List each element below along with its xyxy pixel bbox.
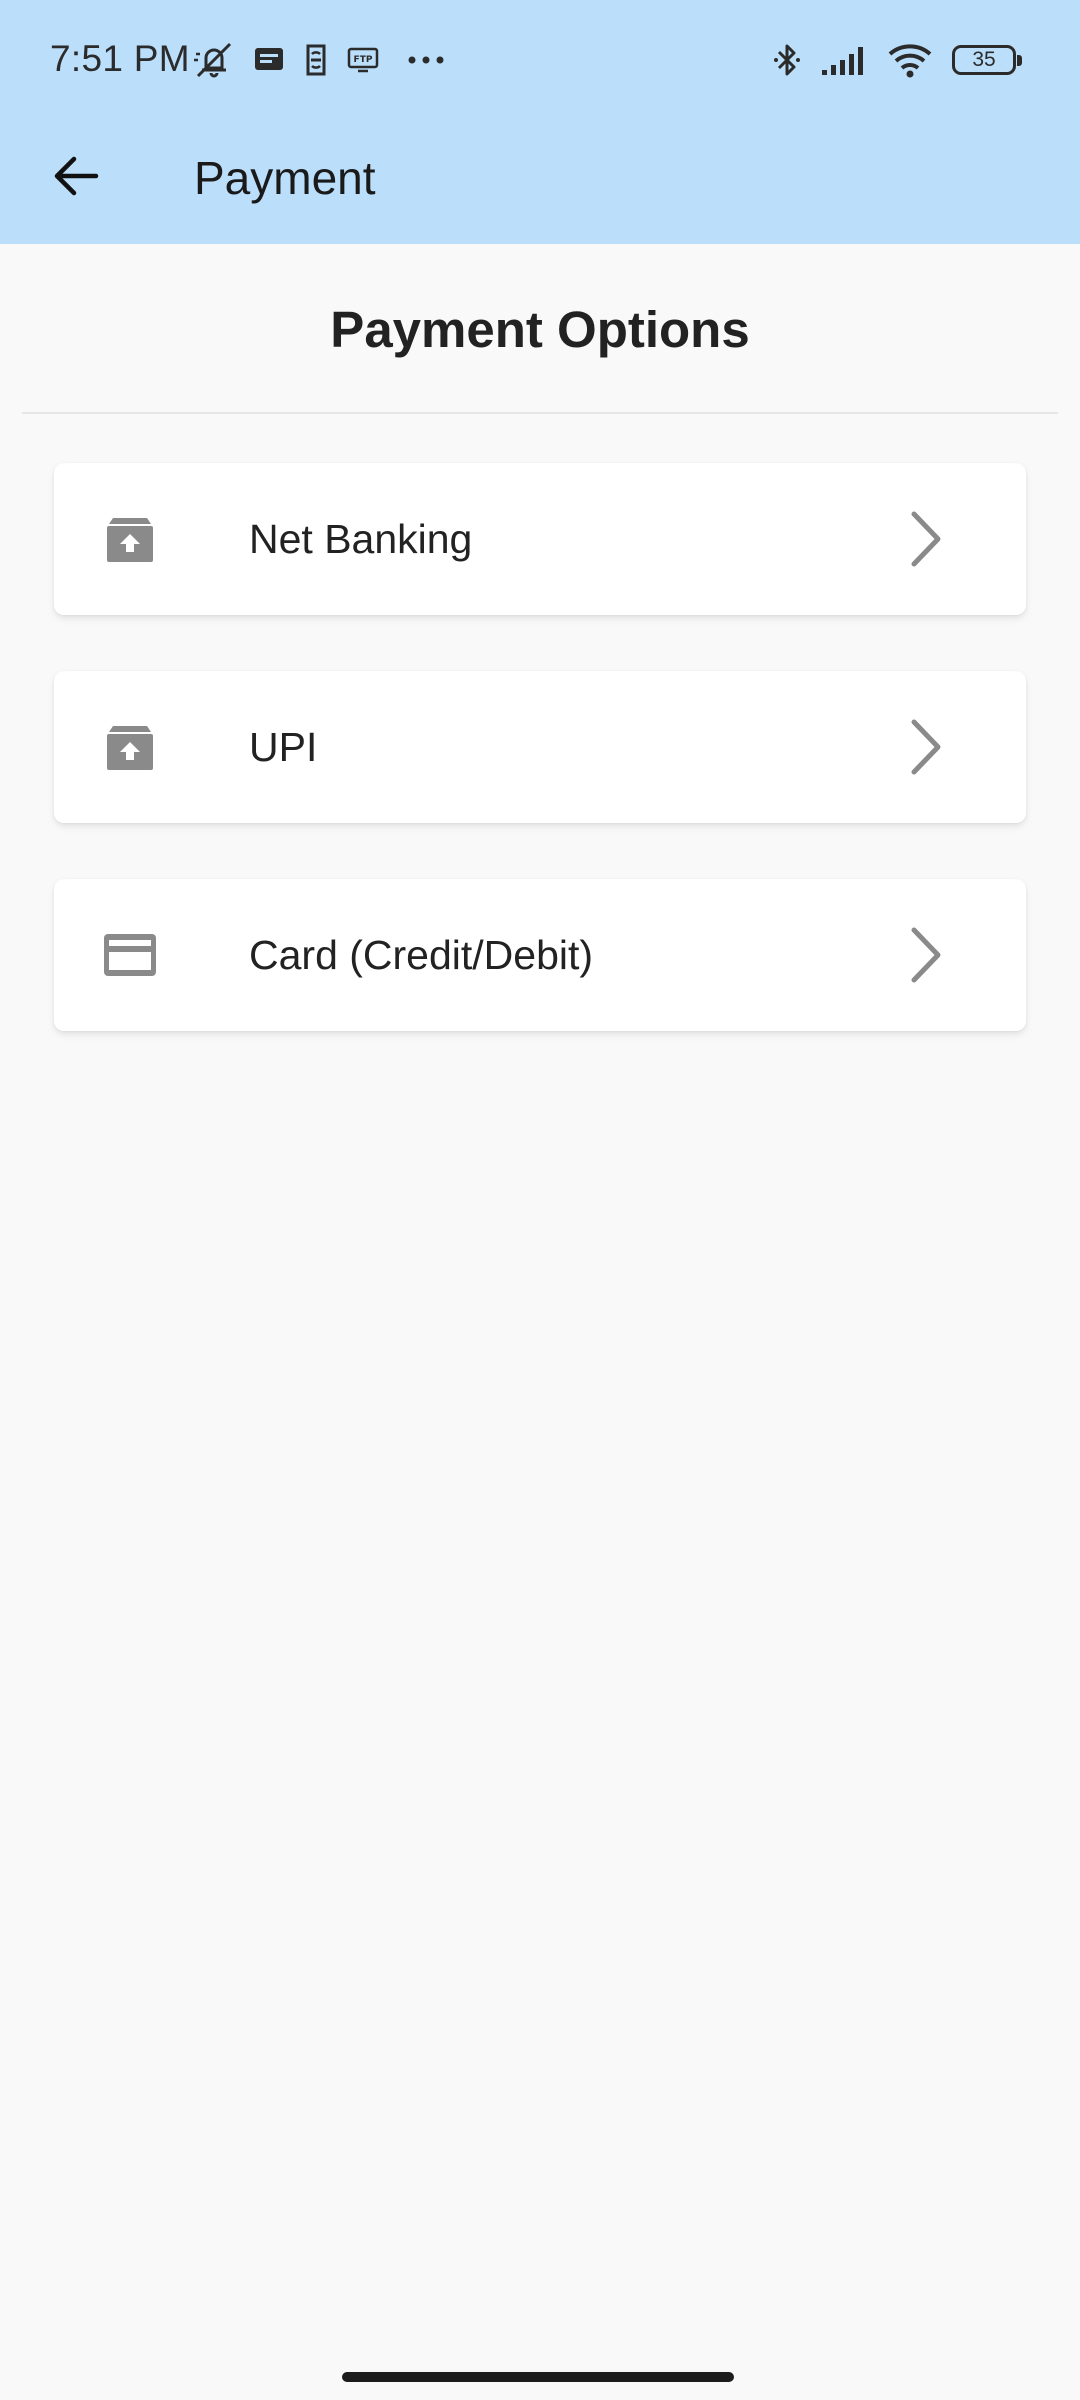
option-label: Card (Credit/Debit): [249, 932, 594, 978]
battery-icon: 35: [952, 45, 1022, 75]
back-arrow-icon: [52, 154, 100, 203]
sim-icon: [302, 43, 330, 77]
option-card-credit-debit[interactable]: Card (Credit/Debit): [54, 879, 1026, 1031]
more-dots-icon: [406, 54, 446, 66]
battery-level: 35: [972, 48, 996, 71]
credit-card-icon: [100, 925, 160, 985]
chevron-right-icon: [906, 509, 946, 569]
header: 7:51 PM FTP 35 Payment: [0, 0, 1080, 244]
option-label: Net Banking: [249, 516, 473, 562]
signal-icon: [820, 43, 868, 77]
muted-bell-icon: [192, 40, 236, 80]
app-bar-title: Payment: [194, 152, 376, 204]
chevron-right-icon: [906, 717, 946, 777]
status-bar: 7:51 PM FTP 35: [0, 0, 1080, 120]
option-net-banking[interactable]: Net Banking: [54, 463, 1026, 615]
status-right-icons: 35: [772, 38, 1022, 82]
svg-text:FTP: FTP: [354, 55, 373, 65]
status-time: 7:51 PM: [50, 38, 190, 79]
home-indicator[interactable]: [342, 2372, 734, 2382]
archive-upload-icon: [100, 509, 160, 569]
ftp-icon: FTP: [346, 45, 380, 75]
divider: [22, 412, 1058, 414]
chevron-right-icon: [906, 925, 946, 985]
wifi-icon: [886, 42, 934, 78]
page-heading: Payment Options: [330, 301, 750, 358]
message-icon: [252, 43, 286, 77]
bluetooth-icon: [772, 40, 802, 80]
app-bar: Payment: [0, 120, 1080, 244]
back-button[interactable]: [36, 138, 116, 218]
payment-screen: 7:51 PM FTP 35 Payment Payment Options N…: [0, 0, 1080, 2400]
option-upi[interactable]: UPI: [54, 671, 1026, 823]
option-label: UPI: [249, 724, 318, 770]
status-left-icons: FTP: [192, 40, 446, 80]
archive-upload-icon: [100, 717, 160, 777]
